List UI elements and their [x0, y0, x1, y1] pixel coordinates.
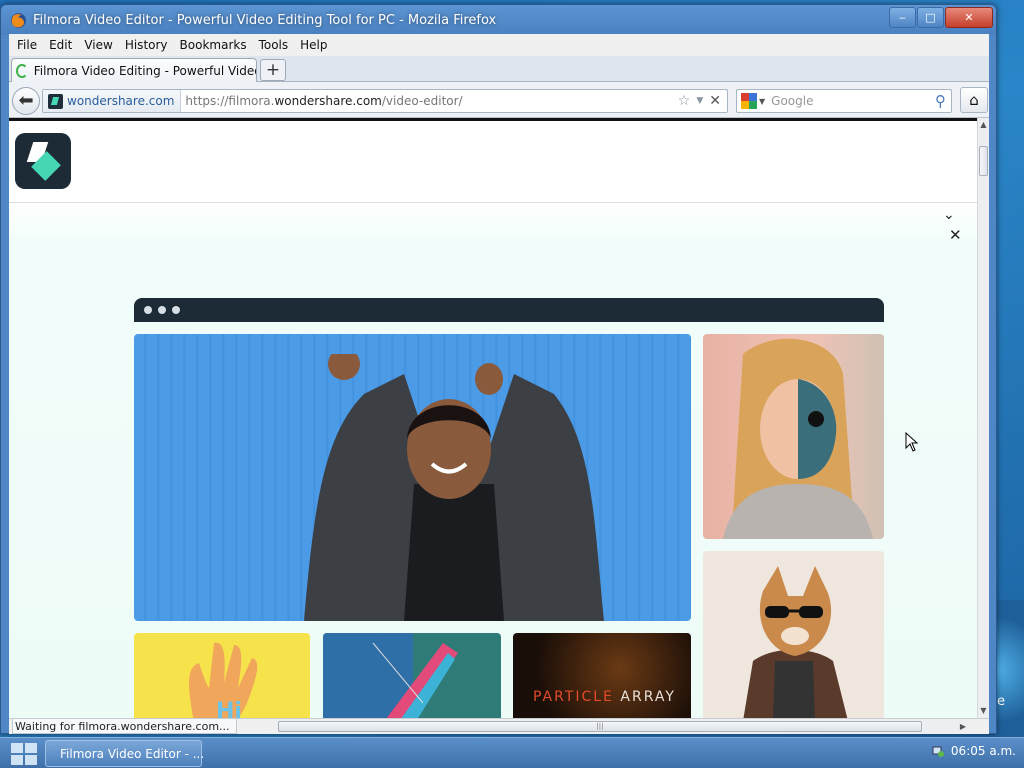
search-bar[interactable]: ▼ Google ⚲: [736, 89, 952, 113]
loading-spinner-icon: [16, 63, 28, 78]
menu-bar: File Edit View History Bookmarks Tools H…: [9, 34, 989, 56]
system-tray: 06:05 a.m.: [931, 744, 1016, 758]
google-engine-icon[interactable]: [741, 93, 757, 109]
url-text[interactable]: https://filmora.wondershare.com/video-ed…: [185, 94, 677, 108]
chevron-down-icon[interactable]: ⌄: [943, 207, 955, 223]
search-icon[interactable]: ⚲: [935, 92, 946, 110]
page-viewport: ⌄ ✕ Hi PARTICLE ARRAY ▲ ▼: [9, 118, 989, 718]
taskbar-item-label: Filmora Video Editor - ...: [60, 746, 205, 761]
particle-array-title: PARTICLE ARRAY: [533, 689, 676, 705]
menu-history[interactable]: History: [119, 38, 174, 52]
clock[interactable]: 06:05 a.m.: [951, 744, 1016, 758]
start-button[interactable]: [10, 741, 38, 767]
network-icon[interactable]: [931, 744, 945, 758]
url-prefix: https://filmora.: [185, 94, 275, 108]
firefox-icon: [11, 12, 26, 28]
url-bar-icons: ☆ ▼ ✕: [678, 93, 727, 109]
face-paint-image: [723, 338, 873, 539]
firefox-window: Filmora Video Editor - Powerful Video Ed…: [0, 4, 997, 734]
stop-icon[interactable]: ✕: [709, 93, 721, 109]
close-icon[interactable]: ✕: [949, 226, 962, 244]
url-bar[interactable]: wondershare.com https://filmora.wondersh…: [42, 89, 728, 113]
engine-dropdown-icon[interactable]: ▼: [759, 97, 765, 106]
array-word: ARRAY: [620, 689, 676, 705]
back-arrow-icon: ⬅: [18, 90, 34, 111]
home-icon: ⌂: [969, 91, 979, 109]
particle-word: PARTICLE: [533, 689, 614, 705]
dancing-woman-image: [304, 354, 604, 621]
site-identity-button[interactable]: wondershare.com: [43, 90, 182, 112]
taskbar: Filmora Video Editor - ... 06:05 a.m.: [0, 737, 1024, 768]
menu-view[interactable]: View: [78, 38, 118, 52]
web-page: ⌄ ✕ Hi PARTICLE ARRAY: [9, 121, 977, 718]
back-button[interactable]: ⬅: [12, 87, 40, 115]
video-thumbnail-dancer[interactable]: [134, 334, 691, 621]
minimize-button[interactable]: ‒: [889, 7, 916, 28]
home-button[interactable]: ⌂: [960, 87, 988, 113]
video-thumbnail-face-paint[interactable]: [703, 334, 884, 539]
menu-bookmarks[interactable]: Bookmarks: [174, 38, 253, 52]
navigation-toolbar: ⬅ wondershare.com https://filmora.wonder…: [9, 82, 989, 118]
video-thumbnail-hand[interactable]: Hi: [134, 633, 310, 718]
title-bar[interactable]: Filmora Video Editor - Powerful Video Ed…: [1, 5, 996, 35]
menu-file[interactable]: File: [11, 38, 43, 52]
hero-section: ⌄ ✕ Hi PARTICLE ARRAY: [9, 203, 977, 718]
horizontal-scrollbar[interactable]: ||| ▶: [277, 720, 969, 733]
status-text: Waiting for filmora.wondershare.com...: [12, 719, 237, 734]
filmora-logo[interactable]: [15, 133, 71, 189]
close-button[interactable]: ✕: [945, 7, 993, 28]
new-tab-button[interactable]: +: [260, 59, 286, 81]
scroll-up-icon[interactable]: ▲: [978, 118, 989, 132]
scroll-down-icon[interactable]: ▼: [978, 704, 989, 718]
history-dropdown-icon[interactable]: ▼: [696, 96, 703, 106]
colorful-boat-image: [323, 633, 458, 718]
bookmark-star-icon[interactable]: ☆: [678, 93, 691, 109]
video-thumbnail-boat[interactable]: [323, 633, 501, 718]
window-controls: ‒ □ ✕: [888, 7, 993, 28]
scroll-right-icon[interactable]: ▶: [957, 720, 969, 733]
menu-tools[interactable]: Tools: [253, 38, 295, 52]
window-title: Filmora Video Editor - Powerful Video Ed…: [33, 12, 497, 28]
status-bar: Waiting for filmora.wondershare.com... |…: [9, 718, 989, 734]
menu-help[interactable]: Help: [294, 38, 333, 52]
window-dot-icon: [158, 306, 166, 314]
svg-text:Hi: Hi: [216, 699, 242, 718]
tab-label: Filmora Video Editing - Powerful Video E…: [33, 63, 256, 78]
maximize-button[interactable]: □: [917, 7, 944, 28]
identity-label: wondershare.com: [67, 94, 175, 108]
site-favicon-icon: [48, 93, 63, 109]
mock-window-bar: [134, 298, 884, 322]
window-dot-icon: [144, 306, 152, 314]
search-placeholder[interactable]: Google: [771, 94, 935, 108]
vertical-scrollbar[interactable]: ▲ ▼: [977, 118, 989, 718]
taskbar-item-firefox[interactable]: Filmora Video Editor - ...: [45, 740, 205, 767]
desktop-icon-label: e: [997, 694, 1005, 709]
tab-filmora[interactable]: Filmora Video Editing - Powerful Video E…: [11, 58, 257, 82]
browser-client-area: File Edit View History Bookmarks Tools H…: [9, 34, 989, 734]
tab-strip: Filmora Video Editing - Powerful Video E…: [9, 56, 989, 82]
video-thumbnail-particle-array[interactable]: PARTICLE ARRAY: [513, 633, 691, 718]
video-thumbnail-dog[interactable]: [703, 551, 884, 718]
site-header: [9, 121, 977, 203]
hscroll-thumb[interactable]: |||: [278, 721, 922, 732]
url-path: /video-editor/: [381, 94, 463, 108]
waving-hand-image: Hi: [189, 642, 258, 718]
scroll-thumb[interactable]: [979, 146, 988, 176]
dog-with-sunglasses-image: [743, 566, 848, 718]
mouse-cursor-icon: [905, 432, 919, 452]
url-domain: wondershare.com: [274, 94, 382, 108]
window-dot-icon: [172, 306, 180, 314]
menu-edit[interactable]: Edit: [43, 38, 78, 52]
